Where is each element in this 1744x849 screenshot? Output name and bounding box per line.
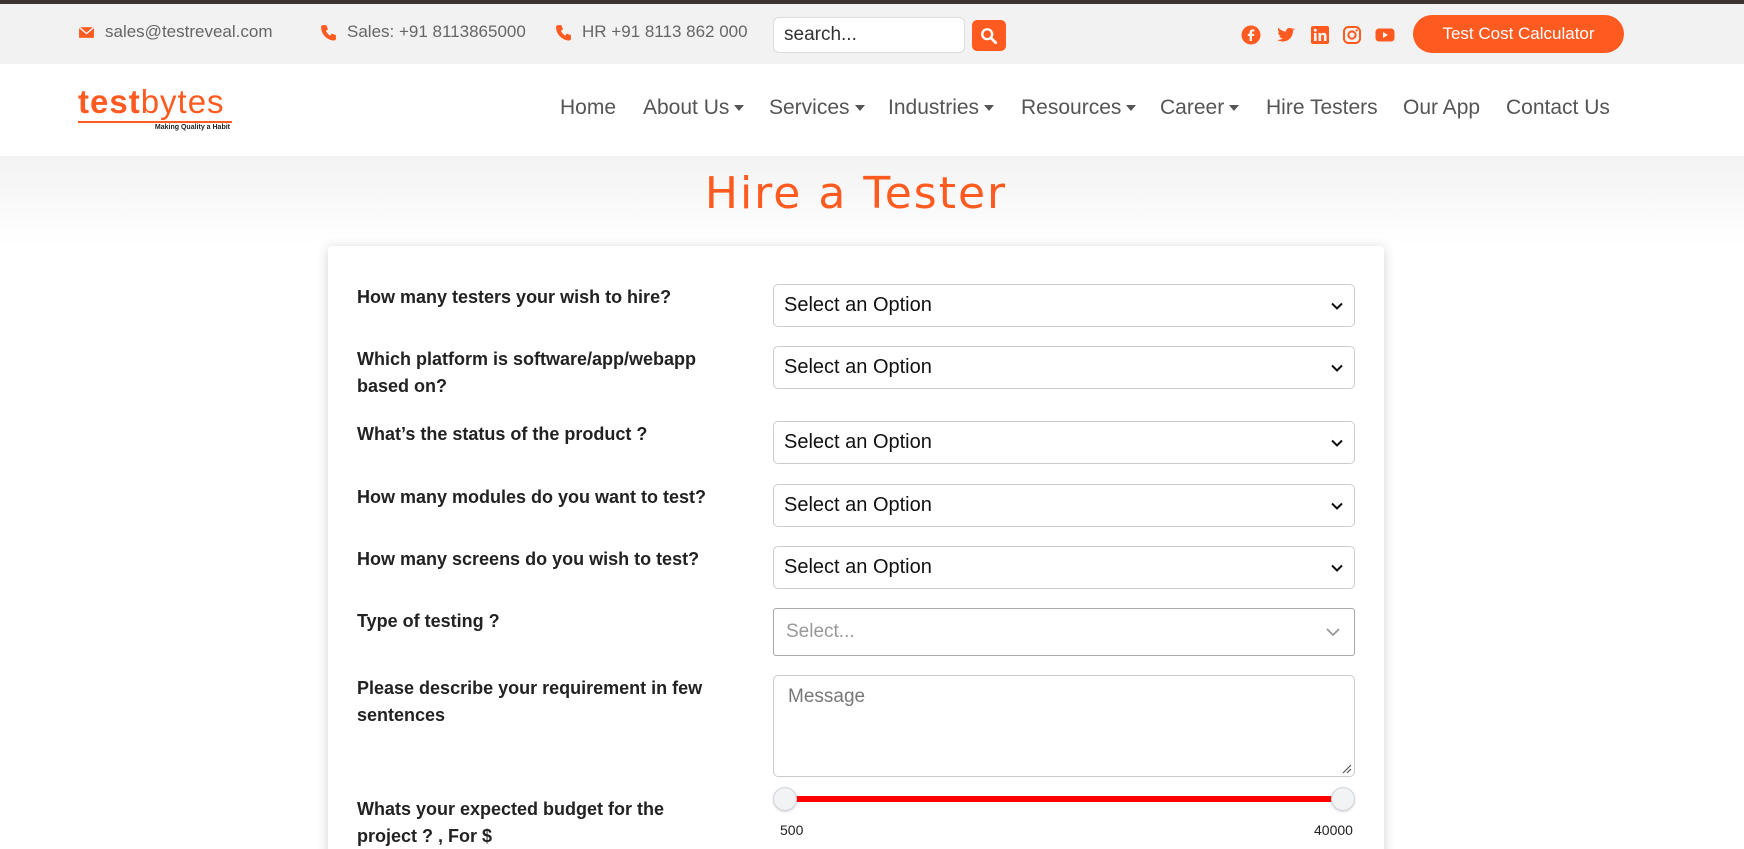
logo-tagline: Making Quality a Habit — [154, 124, 230, 131]
nav-label: Resources — [1021, 96, 1122, 119]
nav-label: Career — [1160, 96, 1225, 119]
chevron-down-icon — [1331, 502, 1343, 510]
resize-handle-icon[interactable] — [1340, 762, 1352, 774]
budget-min-value: 500 — [780, 822, 804, 838]
modules-count-select[interactable]: Select an Option — [773, 484, 1355, 527]
nav-item-our-app[interactable]: Our App — [1403, 96, 1480, 120]
twitter-icon — [1277, 27, 1295, 42]
chevron-down-icon — [1331, 302, 1343, 310]
chevron-down-icon — [1331, 364, 1343, 372]
nav-item-about-us[interactable]: About Us — [643, 96, 745, 120]
envelope-icon — [78, 26, 95, 38]
select-value: Select an Option — [784, 556, 932, 578]
nav-label: Our App — [1403, 96, 1481, 119]
chevron-down-icon — [1331, 564, 1343, 572]
caret-down-icon — [1229, 105, 1240, 111]
search-button[interactable] — [972, 20, 1006, 51]
nav-item-contact-us[interactable]: Contact Us — [1506, 96, 1610, 120]
question-label: How many modules do you want to test? — [357, 487, 707, 507]
page-title: Hire a Tester — [704, 168, 1008, 219]
question-label: Whats your expected budget for the proje… — [357, 799, 665, 846]
phone-icon — [321, 24, 336, 40]
test-cost-calculator-button[interactable]: Test Cost Calculator — [1413, 15, 1624, 53]
product-status-select[interactable]: Select an Option — [773, 421, 1355, 464]
textarea-placeholder: Message — [788, 686, 866, 707]
testers-count-select[interactable]: Select an Option — [773, 284, 1355, 327]
youtube-link[interactable] — [1375, 25, 1395, 45]
facebook-link[interactable] — [1241, 25, 1261, 45]
select-value: Select an Option — [784, 494, 932, 516]
main-navbar: testbytes Making Quality a Habit Home Ab… — [0, 64, 1744, 156]
budget-max-value: 40000 — [1314, 822, 1353, 838]
question-label: Please describe your requirement in few … — [357, 678, 703, 725]
logo-text-bold: test — [78, 83, 141, 120]
sales-phone-text: Sales: +91 8113865000 — [347, 22, 526, 41]
chevron-down-icon — [1326, 628, 1340, 637]
facebook-icon — [1241, 25, 1261, 45]
instagram-link[interactable] — [1342, 25, 1362, 45]
top-bar: sales@testreveal.com Sales: +91 81138650… — [0, 4, 1744, 64]
platform-select[interactable]: Select an Option — [773, 346, 1355, 389]
chevron-down-icon — [1331, 439, 1343, 447]
question-label: How many screens do you wish to test? — [357, 549, 700, 569]
nav-item-services[interactable]: Services — [769, 96, 865, 120]
hire-tester-form: How many testers your wish to hire? Sele… — [328, 246, 1384, 849]
question-label: How many testers your wish to hire? — [357, 287, 672, 307]
nav-item-industries[interactable]: Industries — [888, 96, 995, 120]
nav-item-home[interactable]: Home — [560, 96, 616, 120]
question-label: What’s the status of the product ? — [357, 424, 648, 444]
budget-slider-max-handle[interactable] — [1331, 787, 1355, 811]
email-text: sales@testreveal.com — [105, 22, 273, 41]
linkedin-icon — [1311, 26, 1329, 44]
twitter-link[interactable] — [1276, 25, 1296, 45]
screens-count-select[interactable]: Select an Option — [773, 546, 1355, 589]
email-link[interactable]: sales@testreveal.com — [78, 22, 273, 42]
youtube-icon — [1375, 28, 1395, 42]
nav-label: Home — [560, 96, 617, 119]
select-placeholder: Select... — [786, 621, 855, 642]
nav-item-hire-testers[interactable]: Hire Testers — [1266, 96, 1378, 120]
budget-slider-track[interactable] — [791, 796, 1336, 802]
caret-down-icon — [1126, 105, 1137, 111]
hr-phone-link[interactable]: HR +91 8113 862 000 — [555, 22, 748, 42]
testbytes-logo[interactable]: testbytes Making Quality a Habit — [78, 84, 238, 136]
nav-label: Industries — [888, 96, 980, 119]
nav-label: About Us — [643, 96, 730, 119]
testing-type-multiselect[interactable]: Select... — [773, 608, 1355, 656]
budget-slider-min-handle[interactable] — [773, 787, 797, 811]
select-value: Select an Option — [784, 356, 932, 378]
nav-item-career[interactable]: Career — [1160, 96, 1240, 120]
nav-label: Contact Us — [1506, 96, 1610, 119]
caret-down-icon — [854, 105, 865, 111]
nav-label: Hire Testers — [1266, 96, 1378, 119]
phone-icon — [556, 24, 571, 40]
linkedin-link[interactable] — [1310, 25, 1330, 45]
select-value: Select an Option — [784, 431, 932, 453]
sales-phone-link[interactable]: Sales: +91 8113865000 — [320, 22, 526, 42]
search-input[interactable] — [773, 17, 965, 53]
logo-text-light: bytes — [140, 83, 225, 120]
select-value: Select an Option — [784, 294, 932, 316]
logo-underline — [78, 121, 232, 123]
requirement-textarea[interactable]: Message — [773, 675, 1355, 777]
caret-down-icon — [734, 105, 745, 111]
search-icon — [981, 27, 998, 44]
caret-down-icon — [984, 105, 995, 111]
nav-label: Services — [769, 96, 850, 119]
question-label: Which platform is software/app/webapp ba… — [357, 349, 697, 396]
hr-phone-text: HR +91 8113 862 000 — [582, 22, 748, 41]
nav-item-resources[interactable]: Resources — [1021, 96, 1137, 120]
instagram-icon — [1343, 26, 1361, 44]
question-label: Type of testing ? — [357, 611, 500, 631]
